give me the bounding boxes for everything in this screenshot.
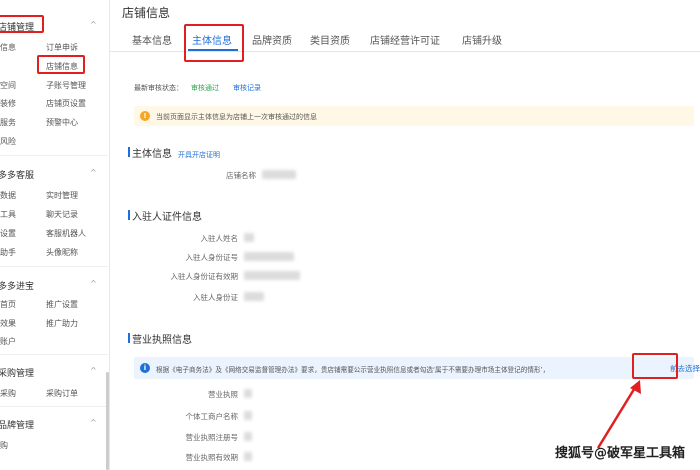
- tab-shop-upgrade[interactable]: 店铺升级: [462, 32, 502, 47]
- sidebar: 店铺管理 ^ 信息 订单申诉 店铺信息 空间 子账号管理 装修 店铺页设置 服务…: [0, 0, 110, 470]
- divider: [0, 266, 108, 267]
- warning-text: 当前页面显示主体信息为店铺上一次审核通过的信息: [156, 113, 317, 121]
- arrow-head: [630, 380, 641, 394]
- redacted-value: [244, 411, 252, 420]
- sidebar-item[interactable]: 首页: [0, 299, 16, 310]
- field-label-license-validity: 营业执照有效期: [185, 453, 239, 462]
- field-label-license: 营业执照: [208, 390, 238, 399]
- collapse-caret-icon[interactable]: ^: [90, 279, 97, 288]
- sidebar-item[interactable]: 空间: [0, 80, 16, 91]
- watermark-text: 搜狐号@破军星工具箱: [555, 446, 686, 461]
- redacted-value: [244, 271, 300, 280]
- warning-icon: !: [140, 111, 150, 121]
- sidebar-item[interactable]: 设置: [0, 228, 16, 239]
- collapse-caret-icon[interactable]: ^: [90, 168, 97, 177]
- tab-category-qualification[interactable]: 类目资质: [310, 32, 350, 47]
- sidebar-item-realtime[interactable]: 实时管理: [46, 190, 78, 201]
- sidebar-scrollbar[interactable]: [106, 372, 109, 470]
- sidebar-item[interactable]: 数据: [0, 190, 16, 201]
- sidebar-item-order-appeal[interactable]: 订单申诉: [46, 42, 78, 53]
- sidebar-item-avatar-nickname[interactable]: 头像昵称: [46, 247, 78, 258]
- sidebar-item-promo-settings[interactable]: 推广设置: [46, 299, 78, 310]
- redacted-value: [244, 389, 252, 398]
- collapse-caret-icon[interactable]: ^: [90, 366, 97, 375]
- sidebar-item-cs-robot[interactable]: 客服机器人: [46, 228, 86, 239]
- review-status-label: 最新审核状态：: [134, 84, 183, 92]
- review-status: 最新审核状态： 审核通过 审核记录: [134, 83, 261, 93]
- section-title-text: 入驻人证件信息: [132, 212, 202, 223]
- annotation-arrow: [596, 380, 641, 449]
- field-label-registration-number: 营业执照注册号: [185, 433, 239, 442]
- highlight-box-shop-management: [0, 15, 44, 33]
- section-title-id: 入驻人证件信息: [128, 208, 202, 223]
- field-label-business-name: 个体工商户名称: [185, 412, 239, 421]
- sidebar-section-title[interactable]: 多多客服: [0, 168, 34, 181]
- sidebar-item[interactable]: 装修: [0, 98, 16, 109]
- review-status-value: 审核通过: [191, 84, 219, 92]
- sidebar-section-title[interactable]: 采购管理: [0, 366, 34, 379]
- collapse-caret-icon[interactable]: ^: [90, 418, 97, 427]
- info-icon: i: [140, 363, 150, 373]
- field-label-id-number: 入驻人身份证号: [185, 253, 239, 262]
- arrow-shaft: [596, 385, 638, 449]
- collapse-caret-icon[interactable]: ^: [90, 20, 97, 29]
- sidebar-item-alert-center[interactable]: 预警中心: [46, 117, 78, 128]
- sidebar-item[interactable]: 效果: [0, 318, 16, 329]
- redacted-value: [244, 233, 254, 242]
- redacted-value: [244, 292, 264, 301]
- section-title-text: 主体信息: [132, 149, 172, 160]
- section-title-license: 营业执照信息: [128, 331, 192, 346]
- field-label-shop-name: 店铺名称: [226, 171, 256, 180]
- section-title-text: 营业执照信息: [132, 335, 192, 346]
- tab-basic-info[interactable]: 基本信息: [132, 32, 172, 47]
- sidebar-item[interactable]: 采购: [0, 388, 16, 399]
- sidebar-item-promo-boost[interactable]: 推广助力: [46, 318, 78, 329]
- field-label-name: 入驻人姓名: [200, 234, 239, 243]
- redacted-value: [262, 170, 296, 179]
- sidebar-item[interactable]: 信息: [0, 42, 16, 53]
- sidebar-section-title[interactable]: 品牌管理: [0, 418, 34, 431]
- sidebar-item[interactable]: 服务: [0, 117, 16, 128]
- sidebar-item[interactable]: 购: [0, 440, 8, 451]
- review-records-link[interactable]: 审核记录: [233, 84, 261, 92]
- page-title: 店铺信息: [122, 6, 171, 20]
- main-content: 店铺信息 基本信息 主体信息 品牌资质 类目资质 店铺经营许可证 店铺升级 最新…: [110, 0, 700, 470]
- tab-brand-qualification[interactable]: 品牌资质: [252, 32, 292, 47]
- tab-business-license[interactable]: 店铺经营许可证: [370, 32, 440, 47]
- divider: [0, 155, 108, 156]
- section-title-subject: 主体信息 开具开店证明: [128, 145, 220, 160]
- divider: [0, 354, 108, 355]
- sidebar-item-sub-accounts[interactable]: 子账号管理: [46, 80, 86, 91]
- sidebar-item-chat-records[interactable]: 聊天记录: [46, 209, 78, 220]
- divider: [0, 406, 108, 407]
- field-label-id-card: 入驻人身份证: [193, 293, 238, 302]
- sidebar-section-title[interactable]: 多多进宝: [0, 279, 34, 292]
- highlight-box-go-select: [632, 353, 678, 379]
- highlight-box-subject-tab: [184, 24, 244, 62]
- license-notice-banner: i 根据《电子商务法》及《网络交易监督管理办法》要求，贵店铺需要公示营业执照信息…: [134, 357, 700, 379]
- redacted-value: [244, 432, 252, 441]
- license-notice-text: 根据《电子商务法》及《网络交易监督管理办法》要求，贵店铺需要公示营业执照信息或者…: [156, 366, 550, 374]
- redacted-value: [244, 452, 252, 461]
- sidebar-item[interactable]: 助手: [0, 247, 16, 258]
- highlight-box-shop-info: [37, 55, 85, 74]
- open-shop-certificate-link[interactable]: 开具开店证明: [178, 151, 220, 159]
- sidebar-item[interactable]: 风险: [0, 136, 16, 147]
- sidebar-item-shop-page-settings[interactable]: 店铺页设置: [46, 98, 86, 109]
- sidebar-item[interactable]: 账户: [0, 336, 16, 347]
- warning-banner: ! 当前页面显示主体信息为店铺上一次审核通过的信息: [134, 106, 694, 126]
- field-label-id-validity: 入驻人身份证有效期: [170, 272, 239, 281]
- sidebar-item-purchase-orders[interactable]: 采购订单: [46, 388, 78, 399]
- redacted-value: [244, 252, 294, 261]
- sidebar-item[interactable]: 工具: [0, 209, 16, 220]
